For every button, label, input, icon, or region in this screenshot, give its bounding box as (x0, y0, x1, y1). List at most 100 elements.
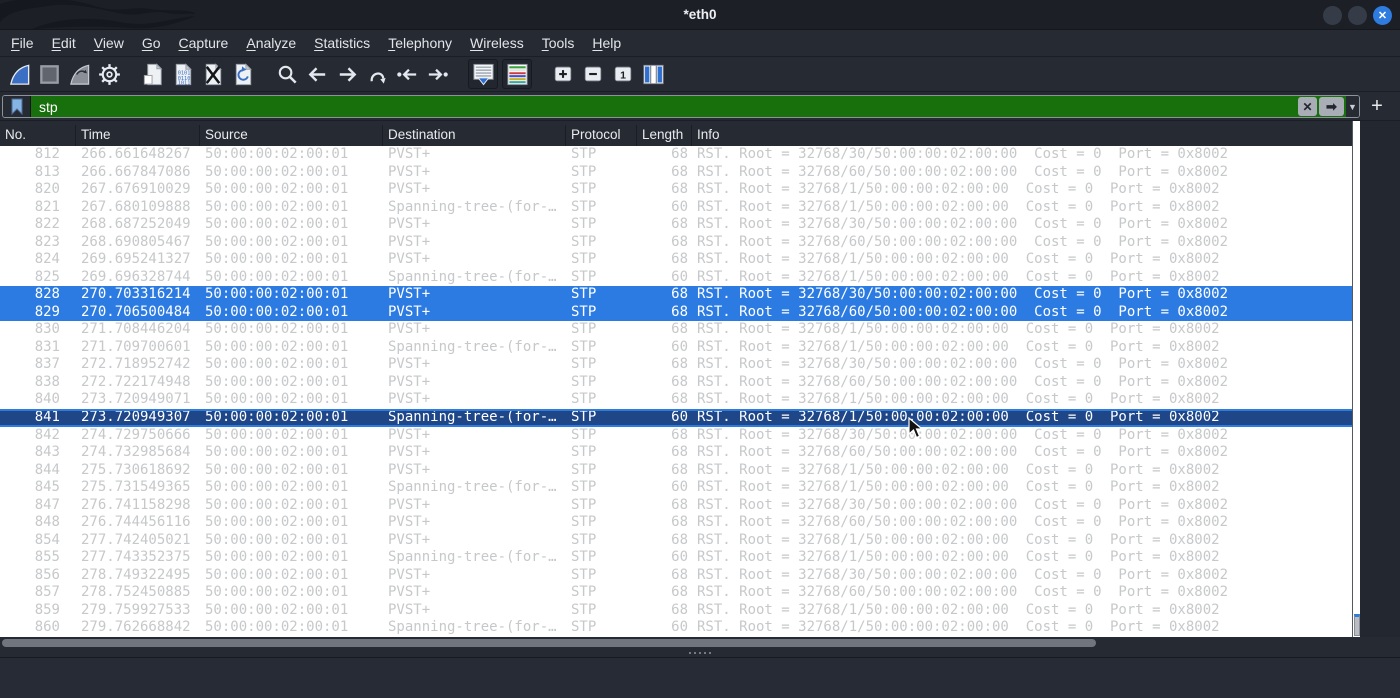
save-capture-file-button[interactable]: 0101 0110 1011 (168, 59, 198, 89)
packet-row-840[interactable]: 840 273.720949071 50:00:00:02:00:01 PVST+ ST… (0, 391, 1352, 409)
packet-row-856[interactable]: 856 278.749322495 50:00:00:02:00:01 PVST+ ST… (0, 567, 1352, 585)
open-capture-file-button[interactable] (138, 59, 168, 89)
packet-row-828[interactable]: 828 270.703316214 50:00:00:02:00:01 PVST+ ST… (0, 286, 1352, 304)
column-header-protocol[interactable]: Protocol (566, 125, 637, 146)
zoom-in-button[interactable] (548, 59, 578, 89)
start-capture-button[interactable] (4, 59, 34, 89)
cell-length: 68 (671, 373, 688, 390)
packet-row-830[interactable]: 830 271.708446204 50:00:00:02:00:01 PVST+ ST… (0, 321, 1352, 339)
pane-splitter[interactable] (0, 649, 1400, 657)
packet-row-843[interactable]: 843 274.732985684 50:00:00:02:00:01 PVST+ ST… (0, 444, 1352, 462)
cell-info: RST. Root = 32768/30/50:00:00:02:00:00 C… (697, 286, 1229, 303)
cell-no: 820 (34, 181, 60, 198)
filter-dropdown-caret[interactable]: ▼ (1346, 96, 1359, 117)
menu-help[interactable]: Help (583, 30, 630, 56)
menu-statistics[interactable]: Statistics (305, 30, 379, 56)
cell-source: 50:00:00:02:00:01 (205, 198, 349, 215)
packet-row-844[interactable]: 844 275.730618692 50:00:00:02:00:01 PVST+ ST… (0, 462, 1352, 480)
column-header-destination[interactable]: Destination (383, 125, 566, 146)
colorize-packets-icon (505, 62, 530, 87)
menu-tools[interactable]: Tools (533, 30, 584, 56)
packet-row-859[interactable]: 859 279.759927533 50:00:00:02:00:01 PVST+ ST… (0, 602, 1352, 620)
column-header-length[interactable]: Length (637, 125, 692, 146)
packet-row-842[interactable]: 842 274.729750666 50:00:00:02:00:01 PVST+ ST… (0, 427, 1352, 445)
cell-time: 273.720949307 (81, 410, 191, 425)
go-to-packet-button[interactable] (362, 59, 392, 89)
add-filter-button[interactable]: + (1366, 95, 1388, 118)
packet-row-848[interactable]: 848 276.744456116 50:00:00:02:00:01 PVST+ ST… (0, 514, 1352, 532)
column-header-time[interactable]: Time (76, 125, 200, 146)
column-header-no[interactable]: No. (0, 125, 76, 146)
packet-row-829[interactable]: 829 270.706500484 50:00:00:02:00:01 PVST+ ST… (0, 303, 1352, 322)
column-header-source[interactable]: Source (200, 125, 383, 146)
cell-protocol: STP (571, 496, 597, 513)
packet-row-857[interactable]: 857 278.752450885 50:00:00:02:00:01 PVST+ ST… (0, 584, 1352, 602)
column-header-info[interactable]: Info (692, 125, 1352, 146)
cell-length: 60 (671, 619, 688, 636)
packet-row-860[interactable]: 860 279.762668842 50:00:00:02:00:01 Spannin… (0, 619, 1352, 637)
cell-info: RST. Root = 32768/60/50:00:00:02:00:00 C… (697, 163, 1229, 180)
packet-row-824[interactable]: 824 269.695241327 50:00:00:02:00:01 PVST+ ST… (0, 251, 1352, 269)
horizontal-scrollbar-thumb[interactable] (2, 639, 1096, 647)
packet-row-838[interactable]: 838 272.722174948 50:00:00:02:00:01 PVST+ ST… (0, 374, 1352, 392)
filter-input[interactable]: stp ✕ ➡ ▼ (31, 96, 1359, 117)
packet-row-847[interactable]: 847 276.741158298 50:00:00:02:00:01 PVST+ ST… (0, 497, 1352, 515)
menu-telephony[interactable]: Telephony (379, 30, 461, 56)
cell-destination: PVST+ (388, 146, 431, 162)
minimize-button[interactable] (1323, 5, 1342, 25)
vertical-scrollbar[interactable] (1352, 121, 1360, 637)
colorize-packets-button[interactable] (502, 59, 532, 89)
cell-protocol: STP (571, 268, 597, 285)
cell-info: RST. Root = 32768/1/50:00:00:02:00:00 Co… (697, 338, 1220, 355)
filter-apply-button[interactable]: ➡ (1319, 97, 1344, 116)
filter-bookmark-button[interactable] (3, 96, 31, 117)
zoom-in-icon (551, 62, 576, 87)
packet-row-823[interactable]: 823 268.690805467 50:00:00:02:00:01 PVST+ ST… (0, 234, 1352, 252)
packet-row-845[interactable]: 845 275.731549365 50:00:00:02:00:01 Spannin… (0, 479, 1352, 497)
go-forward-button[interactable] (332, 59, 362, 89)
cell-no: 838 (34, 373, 60, 390)
cell-protocol: STP (571, 216, 597, 233)
menu-go[interactable]: Go (133, 30, 170, 56)
menu-analyze[interactable]: Analyze (237, 30, 305, 56)
packet-row-822[interactable]: 822 268.687252049 50:00:00:02:00:01 PVST+ ST… (0, 216, 1352, 234)
menu-wireless[interactable]: Wireless (461, 30, 533, 56)
packet-row-821[interactable]: 821 267.680109888 50:00:00:02:00:01 Spannin… (0, 199, 1352, 217)
stop-capture-button[interactable] (34, 59, 64, 89)
zoom-original-button[interactable]: 1 (608, 59, 638, 89)
cell-source: 50:00:00:02:00:01 (205, 181, 349, 198)
resize-columns-button[interactable] (638, 59, 668, 89)
reload-capture-file-button[interactable] (228, 59, 258, 89)
packet-row-855[interactable]: 855 277.743352375 50:00:00:02:00:01 Spannin… (0, 549, 1352, 567)
close-button[interactable]: ✕ (1373, 5, 1392, 25)
cell-source: 50:00:00:02:00:01 (205, 268, 349, 285)
packet-row-813[interactable]: 813 266.667847086 50:00:00:02:00:01 PVST+ ST… (0, 164, 1352, 182)
packet-row-825[interactable]: 825 269.696328744 50:00:00:02:00:01 Spannin… (0, 269, 1352, 287)
filter-clear-button[interactable]: ✕ (1298, 97, 1317, 116)
packet-row-812[interactable]: 812 266.661648267 50:00:00:02:00:01 PVST+ ST… (0, 146, 1352, 164)
window-title: *eth0 (683, 7, 717, 22)
cell-time: 270.703316214 (81, 286, 191, 303)
packet-row-841[interactable]: 841 273.720949307 50:00:00:02:00:01 Spannin… (0, 408, 1352, 427)
go-last-packet-button[interactable] (422, 59, 452, 89)
packet-row-837[interactable]: 837 272.718952742 50:00:00:02:00:01 PVST+ ST… (0, 356, 1352, 374)
go-first-packet-button[interactable] (392, 59, 422, 89)
cell-protocol: STP (571, 410, 597, 425)
packet-row-820[interactable]: 820 267.676910029 50:00:00:02:00:01 PVST+ ST… (0, 181, 1352, 199)
horizontal-scrollbar[interactable] (0, 637, 1400, 649)
menu-file[interactable]: File (2, 30, 43, 56)
go-back-button[interactable] (302, 59, 332, 89)
auto-scroll-button[interactable] (468, 59, 498, 89)
restart-capture-button[interactable] (64, 59, 94, 89)
menu-capture[interactable]: Capture (170, 30, 238, 56)
find-packet-button[interactable] (272, 59, 302, 89)
close-capture-file-button[interactable] (198, 59, 228, 89)
cell-info: RST. Root = 32768/60/50:00:00:02:00:00 C… (697, 514, 1229, 531)
zoom-out-button[interactable] (578, 59, 608, 89)
packet-row-854[interactable]: 854 277.742405021 50:00:00:02:00:01 PVST+ ST… (0, 532, 1352, 550)
menu-view[interactable]: View (85, 30, 133, 56)
packet-row-831[interactable]: 831 271.709700601 50:00:00:02:00:01 Spannin… (0, 339, 1352, 357)
maximize-button[interactable] (1348, 5, 1367, 25)
capture-options-button[interactable] (94, 59, 124, 89)
menu-edit[interactable]: Edit (43, 30, 85, 56)
